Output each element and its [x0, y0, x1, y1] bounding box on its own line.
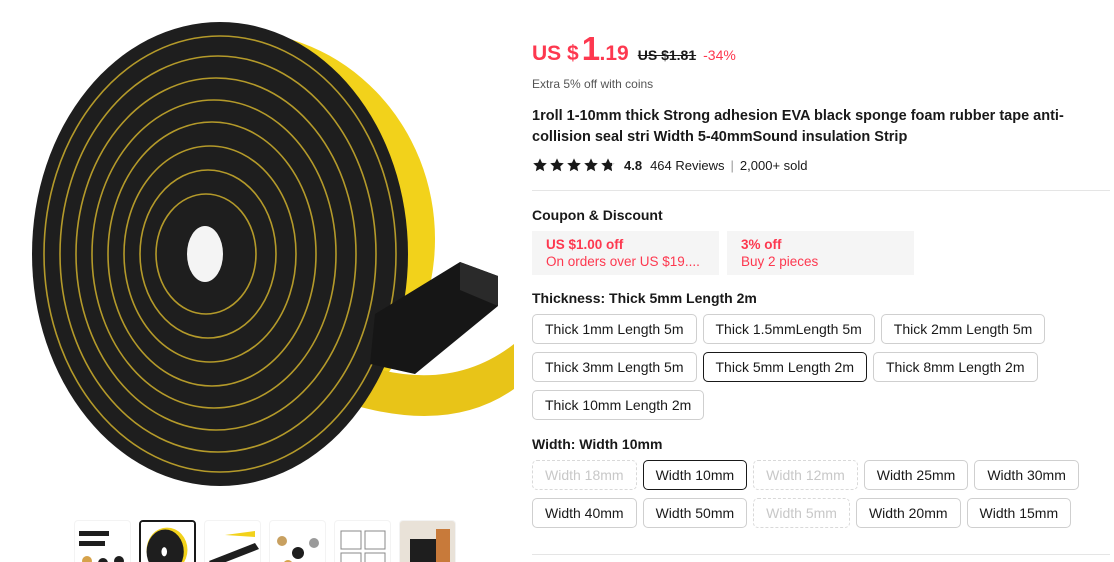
width-option[interactable]: Width 40mm — [532, 498, 637, 528]
thumbnail-6[interactable] — [399, 520, 456, 562]
price-currency: US $ — [532, 42, 579, 65]
star-icon — [584, 158, 598, 172]
reviews-link[interactable]: 464 Reviews — [650, 158, 724, 173]
width-option[interactable]: Width 25mm — [863, 460, 969, 490]
coupon-card[interactable]: US $1.00 off On orders over US $19.... — [532, 231, 719, 275]
width-option-disabled: Width 18mm — [532, 460, 637, 490]
thickness-option[interactable]: Thick 8mm Length 2m — [873, 352, 1038, 382]
thickness-option[interactable]: Thick 10mm Length 2m — [532, 390, 705, 420]
width-option[interactable]: Width 20mm — [855, 498, 961, 528]
thickness-option[interactable]: Thick 1.5mmLength 5m — [702, 314, 875, 344]
thickness-options: Thick 1mm Length 5m Thick 1.5mmLength 5m… — [532, 314, 1110, 428]
rating-score: 4.8 — [624, 157, 643, 173]
thickness-option-selected[interactable]: Thick 5mm Length 2m — [702, 352, 867, 382]
rating-separator: | — [730, 157, 734, 173]
width-option[interactable]: Width 30mm — [974, 460, 1079, 490]
rating-row: 4.8 464 Reviews | 2,000+ sold — [532, 157, 808, 173]
star-icon — [550, 158, 564, 172]
price-decimal: .19 — [599, 42, 629, 65]
width-option-disabled: Width 12mm — [753, 460, 858, 490]
divider — [532, 190, 1110, 191]
coupon-section-label: Coupon & Discount — [532, 207, 663, 223]
discount-percent: -34% — [703, 47, 736, 63]
price-row: US $ 1 .19 US $1.81 -34% — [532, 30, 736, 68]
coupon-list: US $1.00 off On orders over US $19.... 3… — [532, 231, 914, 275]
thumbnail-4[interactable] — [269, 520, 326, 562]
thumbnail-5[interactable] — [334, 520, 391, 562]
coins-note: Extra 5% off with coins — [532, 77, 654, 91]
coupon-subtitle: On orders over US $19.... — [546, 254, 700, 269]
thumbnail-3[interactable] — [204, 520, 261, 562]
star-half-icon — [601, 158, 615, 172]
width-option-selected[interactable]: Width 10mm — [642, 460, 748, 490]
divider — [532, 554, 1110, 555]
coupon-title: 3% off — [741, 237, 782, 252]
thumbnail-1[interactable] — [74, 520, 131, 562]
star-icon — [533, 158, 547, 172]
thickness-label: Thickness: Thick 5mm Length 2m — [532, 290, 757, 306]
product-title: 1roll 1-10mm thick Strong adhesion EVA b… — [532, 108, 1064, 145]
price-integer: 1 — [581, 30, 600, 67]
width-options: Width 18mm Width 10mm Width 12mm Width 2… — [532, 460, 1110, 536]
original-price: US $1.81 — [637, 47, 697, 63]
width-label: Width: Width 10mm — [532, 436, 663, 452]
main-product-image[interactable] — [20, 14, 514, 504]
sold-count: 2,000+ sold — [739, 157, 808, 173]
thumbnail-strip — [74, 520, 456, 562]
star-icon — [567, 158, 581, 172]
coupon-card[interactable]: 3% off Buy 2 pieces — [727, 231, 914, 275]
coupon-subtitle: Buy 2 pieces — [741, 254, 819, 269]
thickness-option[interactable]: Thick 3mm Length 5m — [532, 352, 697, 382]
star-rating — [532, 157, 616, 173]
thickness-option[interactable]: Thick 2mm Length 5m — [880, 314, 1046, 344]
thickness-option[interactable]: Thick 1mm Length 5m — [532, 314, 697, 344]
product-gallery — [0, 0, 530, 562]
thumbnail-2[interactable] — [139, 520, 196, 562]
width-option-disabled: Width 5mm — [753, 498, 850, 528]
width-option[interactable]: Width 50mm — [642, 498, 748, 528]
width-option[interactable]: Width 15mm — [966, 498, 1072, 528]
coupon-title: US $1.00 off — [546, 237, 624, 252]
